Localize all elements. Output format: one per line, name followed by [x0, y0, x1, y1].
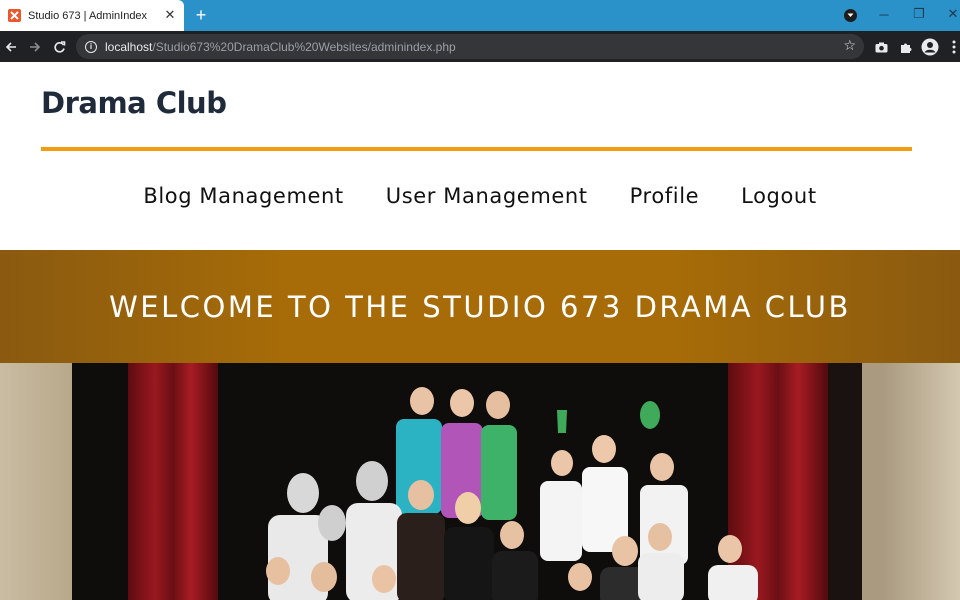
tab-search-icon[interactable] [844, 9, 857, 22]
address-bar[interactable]: i localhost/Studio673%20DramaClub%20Webs… [76, 34, 864, 59]
camera-extension-icon[interactable] [871, 37, 891, 57]
reload-icon[interactable] [49, 37, 69, 57]
extensions-puzzle-icon[interactable] [896, 37, 916, 57]
tab-title: Studio 673 | AdminIndex [28, 9, 148, 22]
hero-section: WELCOME TO THE STUDIO 673 DRAMA CLUB [0, 250, 960, 600]
new-tab-button[interactable]: + [190, 4, 212, 26]
minimize-button[interactable]: ─ [869, 4, 899, 24]
browser-tab[interactable]: Studio 673 | AdminIndex ✕ [0, 0, 184, 31]
main-navigation: Blog Management User Management Profile … [0, 184, 960, 208]
nav-logout[interactable]: Logout [741, 184, 817, 208]
page-content: Drama Club Blog Management User Manageme… [0, 62, 960, 600]
tab-close-icon[interactable]: ✕ [162, 8, 178, 24]
browser-tab-strip: Studio 673 | AdminIndex ✕ + ─ ❐ ✕ [0, 0, 960, 31]
browser-menu-icon[interactable] [944, 37, 960, 57]
welcome-banner: WELCOME TO THE STUDIO 673 DRAMA CLUB [0, 250, 960, 363]
forward-icon[interactable] [25, 37, 45, 57]
cast-photo [0, 363, 960, 600]
title-divider [41, 147, 912, 151]
back-icon[interactable] [1, 37, 21, 57]
url-text: localhost/Studio673%20DramaClub%20Websit… [105, 39, 456, 54]
restore-button[interactable]: ❐ [904, 4, 934, 24]
bookmark-star-icon[interactable]: ☆ [843, 38, 856, 54]
nav-blog-management[interactable]: Blog Management [143, 184, 343, 208]
xampp-icon [8, 9, 21, 22]
account-avatar-icon[interactable] [920, 37, 940, 57]
site-title[interactable]: Drama Club [41, 86, 227, 120]
browser-toolbar: i localhost/Studio673%20DramaClub%20Webs… [0, 31, 960, 62]
site-info-icon[interactable]: i [85, 40, 97, 53]
nav-profile[interactable]: Profile [630, 184, 700, 208]
close-window-button[interactable]: ✕ [938, 4, 960, 24]
nav-user-management[interactable]: User Management [386, 184, 588, 208]
welcome-heading: WELCOME TO THE STUDIO 673 DRAMA CLUB [109, 289, 851, 324]
